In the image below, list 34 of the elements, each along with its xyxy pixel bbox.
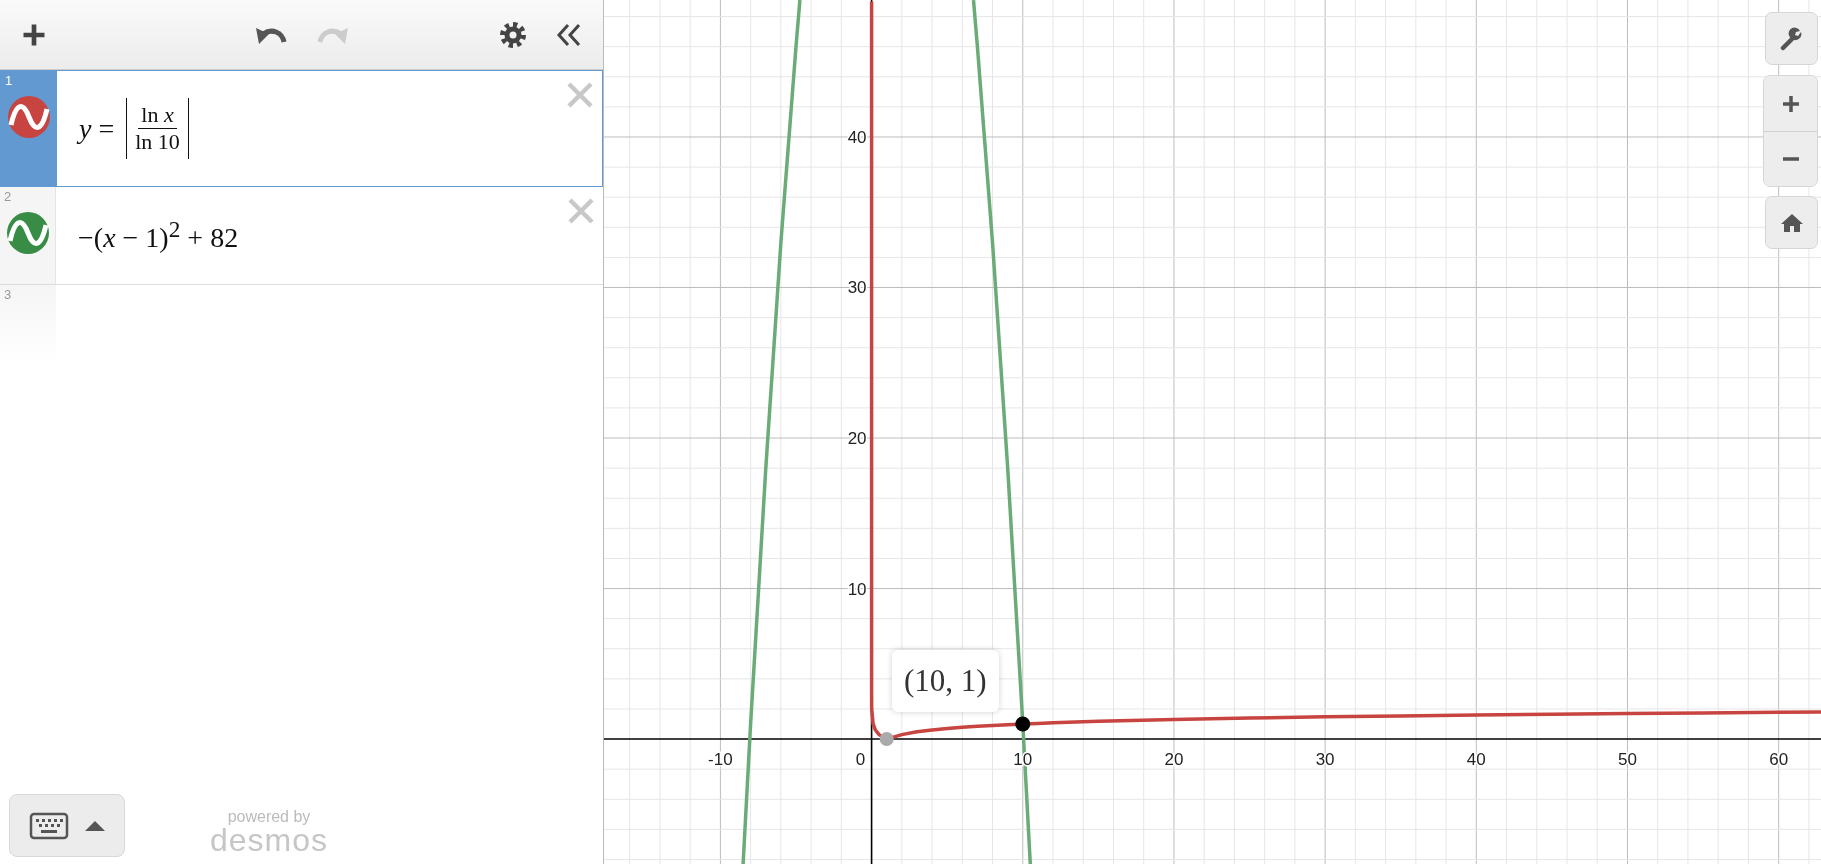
function-icon[interactable]	[7, 95, 51, 139]
axis-label: 40	[847, 128, 867, 147]
axis-label: 30	[847, 278, 867, 298]
powered-by-caption: powered by	[227, 809, 311, 825]
point-marker[interactable]	[1015, 716, 1031, 732]
math-expression[interactable]: −(x − 1)$^{2}$ + 82	[78, 216, 239, 255]
minus-icon	[1782, 157, 1799, 161]
settings-button[interactable]	[499, 20, 527, 49]
plus-icon	[1780, 93, 1801, 114]
home-button[interactable]	[1765, 196, 1818, 249]
expression-number: 1	[4, 72, 13, 87]
axis-label: 10	[847, 579, 867, 599]
expression-number: 3	[3, 286, 12, 301]
axis-label: -10	[708, 750, 733, 770]
axis-label: 50	[1618, 750, 1637, 770]
function-icon[interactable]	[5, 211, 50, 255]
axis-label: 60	[1769, 750, 1789, 770]
graph-settings-button[interactable]	[1765, 12, 1818, 65]
expression-row[interactable]: 2 −(x − 1)$^{2}$ + 82	[0, 187, 603, 285]
expression-number: 2	[3, 188, 12, 203]
zoom-out-button[interactable]	[1764, 131, 1817, 186]
axis-label: 40	[1466, 750, 1486, 770]
home-icon	[1780, 212, 1803, 233]
axis-label: 30	[1315, 750, 1335, 770]
point-label: (10, 1)	[891, 650, 999, 712]
axis-label: 0	[855, 750, 866, 770]
brand-wordmark: desmos	[209, 825, 328, 855]
axis-label: 20	[847, 429, 867, 448]
wrench-icon	[1779, 26, 1804, 51]
keyboard-button[interactable]	[9, 794, 125, 857]
point-marker[interactable]	[879, 732, 894, 747]
caret-icon	[85, 820, 105, 831]
keyboard-icon	[29, 811, 69, 840]
axis-label: 20	[1164, 750, 1184, 770]
